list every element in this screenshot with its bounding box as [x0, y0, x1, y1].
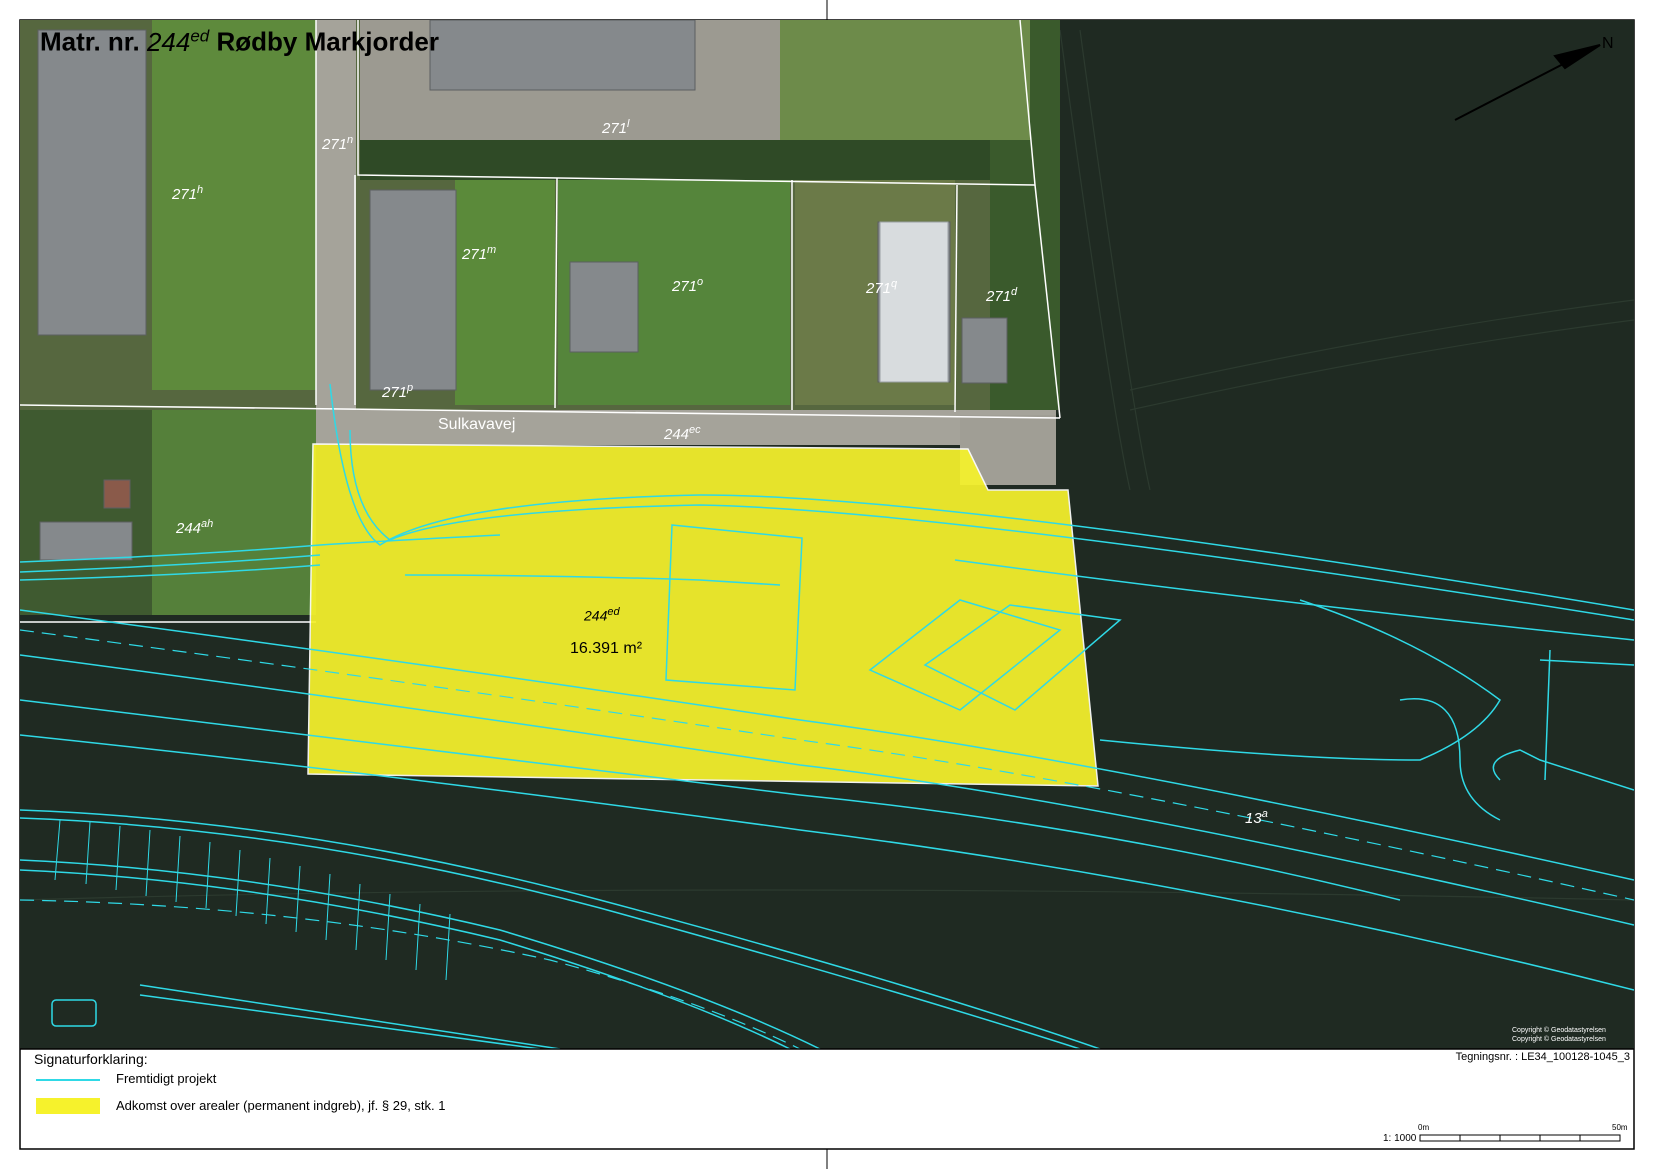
scale-ratio: 1: 1000 — [1383, 1133, 1417, 1144]
legend-label-project: Fremtidigt projekt — [116, 1071, 217, 1086]
title-prefix: Matr. nr. — [40, 26, 140, 57]
field-271h — [152, 20, 317, 390]
parcel-label-271h: 271h — [172, 184, 204, 203]
parcel-label-244ec: 244ec — [664, 424, 701, 443]
parcel-label-244ah: 244ah — [176, 518, 214, 537]
map-title: Matr. nr. 244ed Rødby Markjorder — [40, 26, 439, 58]
legend-title: Signaturforklaring: — [34, 1051, 148, 1067]
subject-parcel-label: 244ed — [584, 606, 620, 624]
parcel-label-271d: 271d — [986, 286, 1018, 305]
building-white-roof — [879, 221, 949, 383]
scale-end-label: 50m — [1612, 1123, 1628, 1132]
field-west-strip — [152, 410, 316, 615]
trees-271l — [360, 135, 1040, 180]
title-place: Rødby Markjorder — [216, 26, 439, 57]
parcel-label-13a: 13a — [1245, 808, 1268, 827]
map-sheet: N — [19, 0, 1635, 1169]
parcel-label-271q: 271q — [866, 278, 898, 297]
parcel-label-271p: 271p — [382, 382, 414, 401]
field-271m — [455, 180, 555, 405]
drawing-number: Tegningsnr. : LE34_100128-1045_3 — [1455, 1051, 1630, 1063]
aerial-map: N — [20, 20, 1634, 1049]
parcel-label-271m: 271m — [462, 244, 497, 263]
svg-text:N: N — [1602, 35, 1614, 52]
title-number: 244 — [146, 26, 191, 57]
parcel-label-271n: 271n — [322, 134, 354, 153]
legend-swatch-access-area — [36, 1098, 100, 1114]
subject-parcel-area: 16.391 m² — [570, 640, 643, 657]
scale-bar — [1419, 1134, 1621, 1142]
scale-start-label: 0m — [1418, 1123, 1430, 1132]
title-suffix: ed — [190, 26, 210, 45]
parcel-label-271l: 271l — [602, 118, 630, 137]
parcel-label-271o: 271o — [672, 276, 704, 295]
copyright-notice: Copyright © Geodatastyrelsen Copyright ©… — [1512, 1027, 1606, 1043]
legend-swatch-project-line — [36, 1079, 100, 1081]
village-road — [316, 20, 356, 410]
road-name-label: Sulkavavej — [438, 416, 516, 433]
legend-label-access-area: Adkomst over arealer (permanent indgreb)… — [116, 1098, 446, 1113]
field-north-east — [780, 20, 1030, 140]
